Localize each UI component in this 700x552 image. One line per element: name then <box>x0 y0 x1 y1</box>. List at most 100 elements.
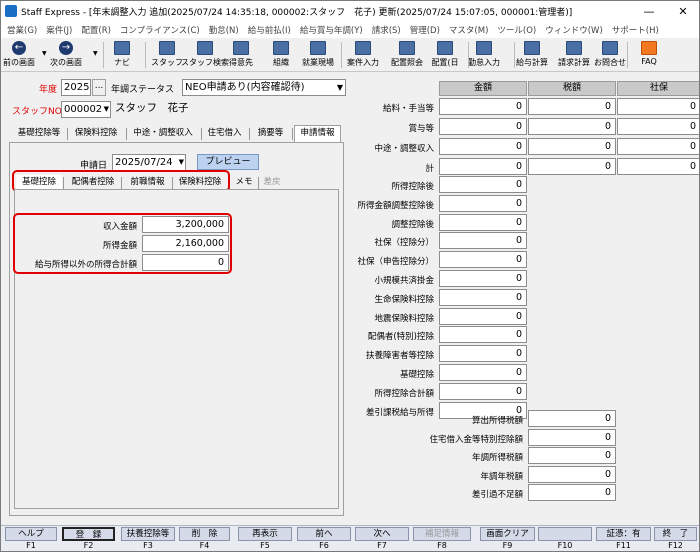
function-key-button[interactable]: 前へ <box>297 527 351 541</box>
menu-item[interactable]: 管理(D) <box>410 24 440 36</box>
dropdown-arrow-icon[interactable]: ▼ <box>42 50 47 57</box>
value-cell[interactable]: 0 <box>439 251 527 269</box>
value-cell[interactable]: 0 <box>439 176 527 193</box>
menu-item[interactable]: ウィンドウ(W) <box>545 24 603 36</box>
value-cell[interactable]: 0 <box>528 410 616 427</box>
row-label: 社保（申告控除分） <box>357 257 434 268</box>
tab-divider <box>292 128 293 140</box>
value-cell[interactable]: 0 <box>439 118 527 135</box>
menu-item[interactable]: 請求(S) <box>372 24 401 36</box>
toolbar-button[interactable]: ← 前の画面 <box>1 38 39 71</box>
toolbar-button[interactable]: 就業現場 <box>298 38 338 71</box>
function-key-button[interactable]: 次へ <box>355 527 409 541</box>
apply-date-select[interactable]: 2025/07/24 ▼ <box>112 154 186 171</box>
tab-0[interactable]: 基礎控除等 <box>11 126 67 142</box>
value-cell[interactable]: 0 <box>528 428 616 446</box>
value-cell[interactable]: 0 <box>528 98 616 115</box>
toolbar-button[interactable]: → 次の画面 <box>46 38 86 71</box>
toolbar-button[interactable]: 給与計算 <box>512 38 552 71</box>
value-cell[interactable]: 0 <box>528 447 616 464</box>
preview-button[interactable]: プレビュー <box>197 154 259 170</box>
income-input[interactable]: 3,200,000 <box>142 216 229 233</box>
function-key-button[interactable] <box>538 527 592 541</box>
staff-no-value: 000002 <box>64 104 103 115</box>
inquiry-icon <box>602 41 618 55</box>
toolbar-button[interactable]: 請求計算 <box>554 38 594 71</box>
tab-1[interactable]: 保険料控除 <box>68 126 124 142</box>
toolbar-button[interactable]: 勤怠入力 <box>464 38 504 71</box>
value-cell[interactable]: 0 <box>439 326 527 344</box>
other-income-input[interactable]: 0 <box>142 254 229 271</box>
menu-item[interactable]: 営業(G) <box>7 24 37 36</box>
function-key-number: F3 <box>143 541 153 550</box>
toolbar-button[interactable]: 配置(日 <box>425 38 465 71</box>
minimize-button[interactable]: — <box>633 1 665 21</box>
value-cell[interactable]: 0 <box>617 118 699 135</box>
row-label: 差引過不足額 <box>471 490 523 500</box>
staff-search-icon <box>197 41 213 55</box>
value-cell[interactable]: 0 <box>528 118 616 135</box>
organization-icon <box>273 41 289 55</box>
earned-input[interactable]: 2,160,000 <box>142 235 229 252</box>
value-cell[interactable]: 0 <box>528 158 616 175</box>
function-key-button[interactable]: 終 了 <box>654 527 697 541</box>
value-cell[interactable]: 0 <box>617 98 699 115</box>
value-cell[interactable]: 0 <box>439 98 527 115</box>
tab-2[interactable]: 中途・調整収入 <box>127 126 199 142</box>
value-cell[interactable]: 0 <box>439 382 527 400</box>
toolbar-button[interactable]: スタッフ検索 <box>181 38 229 71</box>
function-key-number: F6 <box>319 541 329 550</box>
menu-item[interactable]: 勤怠(N) <box>209 24 239 36</box>
value-cell[interactable]: 0 <box>439 158 527 175</box>
toolbar-button[interactable]: 組織 <box>261 38 301 71</box>
menu-item[interactable]: 給与前払(I) <box>248 24 291 36</box>
status-select[interactable]: NEO申請あり(内容確認待) ▼ <box>182 79 346 96</box>
menu-item[interactable]: 案件(J) <box>46 24 72 36</box>
menu-item[interactable]: コンプライアンス(C) <box>120 24 200 36</box>
year-input[interactable]: 2025 <box>61 79 91 96</box>
toolbar-button[interactable]: 案件入力 <box>343 38 383 71</box>
row-label: 給料・手当等 <box>382 104 434 114</box>
function-key-button[interactable]: 補足情報 <box>413 527 471 541</box>
toolbar-button[interactable]: ナビ <box>102 38 142 71</box>
menu-item[interactable]: 配置(R) <box>81 24 111 36</box>
tab-4[interactable]: 摘要等 <box>250 126 291 142</box>
value-cell[interactable]: 0 <box>528 484 616 501</box>
toolbar-button[interactable]: 得意先 <box>221 38 261 71</box>
value-cell[interactable]: 0 <box>617 138 699 155</box>
value-cell[interactable]: 0 <box>617 158 699 175</box>
value-cell[interactable]: 0 <box>439 213 527 231</box>
tab-5[interactable]: 申請情報 <box>294 125 341 143</box>
row-label: 所得金額調整控除後 <box>357 200 434 211</box>
value-cell[interactable]: 0 <box>439 138 527 155</box>
menu-item[interactable]: サポート(H) <box>612 24 659 36</box>
value-cell[interactable]: 0 <box>439 288 527 306</box>
value-cell[interactable]: 0 <box>439 194 527 212</box>
staff-no-select[interactable]: 000002 ▼ <box>61 101 111 118</box>
function-key-button[interactable]: 削 除 <box>179 527 230 541</box>
value-cell[interactable]: 0 <box>439 307 527 325</box>
function-key-button[interactable]: 証憑：有 <box>596 527 651 541</box>
function-key-button[interactable]: 登 録 <box>62 527 115 541</box>
year-lookup-button[interactable]: ... <box>92 79 106 96</box>
value-cell[interactable]: 0 <box>528 138 616 155</box>
value-cell[interactable]: 0 <box>439 364 527 381</box>
function-key-button[interactable]: 画面クリア <box>480 527 535 541</box>
toolbar-separator <box>145 42 146 68</box>
close-button[interactable]: ✕ <box>667 1 699 21</box>
function-key-button[interactable]: ヘルプ <box>5 527 57 541</box>
toolbar-button[interactable]: 配置照会 <box>387 38 427 71</box>
dropdown-arrow-icon[interactable]: ▼ <box>93 50 98 57</box>
toolbar-button[interactable]: お問合せ <box>590 38 630 71</box>
menu-item[interactable]: 給与賞与年調(Y) <box>300 24 363 36</box>
value-cell[interactable]: 0 <box>439 270 527 287</box>
menu-item[interactable]: マスタ(M) <box>449 24 488 36</box>
function-key-button[interactable]: 扶養控除等 <box>121 527 175 541</box>
tab-3[interactable]: 住宅借入 <box>202 126 247 142</box>
toolbar-button[interactable]: FAQ <box>629 38 669 71</box>
menu-item[interactable]: ツール(O) <box>497 24 536 36</box>
value-cell[interactable]: 0 <box>528 465 616 483</box>
function-key-button[interactable]: 再表示 <box>238 527 292 541</box>
value-cell[interactable]: 0 <box>439 345 527 363</box>
value-cell[interactable]: 0 <box>439 232 527 250</box>
